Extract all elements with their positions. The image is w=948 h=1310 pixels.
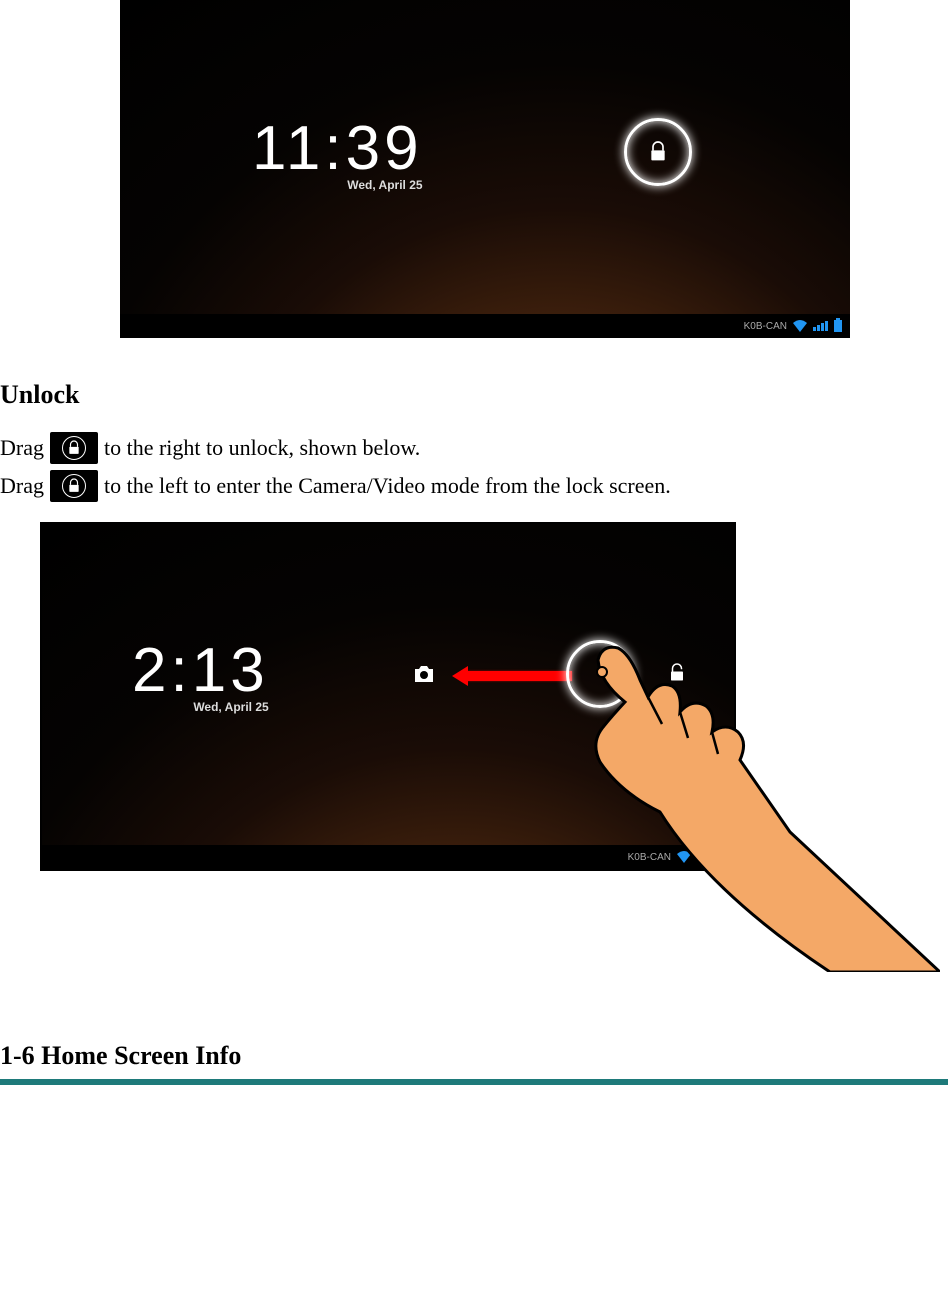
- system-status-bar: K0B-CAN: [120, 314, 850, 338]
- camera-icon[interactable]: [412, 664, 436, 684]
- system-status-bar: K0B-CAN: [42, 845, 734, 869]
- instruction-2-text: to the left to enter the Camera/Video mo…: [104, 468, 671, 504]
- battery-icon: [834, 320, 842, 332]
- unlock-heading: Unlock: [0, 380, 948, 410]
- wifi-icon: [793, 320, 807, 332]
- inline-lock-icon-2: [50, 470, 98, 502]
- home-screen-info-heading: 1-6 Home Screen Info: [0, 1041, 948, 1071]
- instruction-line-1: Drag to the right to unlock, shown below…: [0, 430, 948, 466]
- lock-icon: [648, 140, 668, 164]
- signal-icon: [697, 852, 712, 862]
- clock-time: 2:13: [132, 640, 269, 702]
- clock-time: 11:39: [252, 118, 423, 180]
- lockscreen-clock: 2:13 Wed, April 25: [132, 640, 269, 714]
- clock-time-text: 2:13: [132, 636, 269, 705]
- lock-ring[interactable]: [566, 640, 634, 708]
- signal-icon: [813, 321, 828, 331]
- network-label: K0B-CAN: [744, 321, 787, 332]
- wifi-icon: [677, 851, 691, 863]
- wallpaper: [120, 0, 850, 314]
- instruction-1-text: to the right to unlock, shown below.: [104, 430, 420, 466]
- drag-label-1: Drag: [0, 430, 44, 466]
- inline-lock-icon-1: [50, 432, 98, 464]
- section-divider: [0, 1079, 948, 1085]
- lockscreen-clock: 11:39 Wed, April 25: [252, 118, 423, 192]
- lockscreen-screenshot-1: 11:39 Wed, April 25 K0B-CAN: [120, 0, 948, 338]
- network-label: K0B-CAN: [628, 852, 671, 863]
- tablet-frame: 2:13 Wed, April 25 K0B-CAN: [40, 522, 736, 871]
- battery-icon: [718, 851, 726, 863]
- tablet-frame: 11:39 Wed, April 25 K0B-CAN: [120, 0, 850, 338]
- instruction-line-2: Drag to the left to enter the Camera/Vid…: [0, 468, 948, 504]
- lock-ring[interactable]: [624, 118, 692, 186]
- swipe-left-arrow: [452, 666, 572, 686]
- clock-time-text: 11:39: [252, 114, 423, 183]
- unlock-icon[interactable]: [668, 662, 686, 684]
- drag-label-2: Drag: [0, 468, 44, 504]
- lockscreen-screenshot-2: 2:13 Wed, April 25 K0B-CAN: [40, 522, 940, 967]
